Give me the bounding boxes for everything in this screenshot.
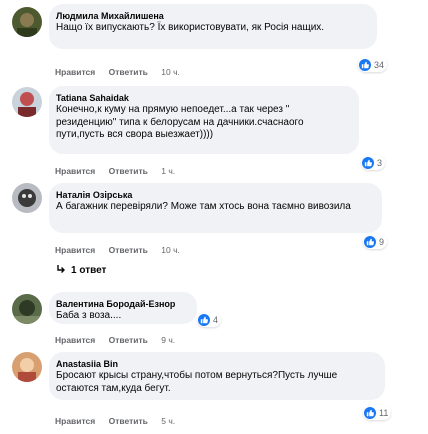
reply-link[interactable]: Ответить	[109, 245, 148, 255]
comment-bubble: Валентина Бородай-Езнор Баба з воза....	[49, 292, 197, 324]
reaction-count-value: 4	[213, 314, 219, 325]
reaction-count-value: 3	[377, 157, 383, 168]
comment-bubble: Людмила Михайлишена Нащо їх випускають? …	[49, 4, 377, 49]
comment-text: Нащо їх випускають? Їх використовувати, …	[56, 22, 325, 33]
comment-text: А багажник перевіряли? Може там хтось во…	[56, 201, 351, 212]
comment-actions: Нравится Ответить 5 ч.	[55, 416, 186, 427]
like-icon	[364, 235, 376, 248]
comment-author[interactable]: Tatiana Sahaidak	[56, 92, 349, 104]
comment-author[interactable]: Валентина Бородай-Езнор	[56, 298, 187, 310]
comment-actions: Нравится Ответить 9 ч.	[55, 335, 186, 346]
reaction-count[interactable]: 34	[358, 57, 388, 72]
reply-arrow-icon	[56, 264, 66, 277]
reaction-count-value: 34	[374, 59, 385, 70]
comment-text: Баба з воза....	[56, 310, 122, 321]
reaction-count-value: 9	[379, 236, 385, 247]
reply-link[interactable]: Ответить	[109, 67, 148, 77]
comment-text: Бросают крысы страну,чтобы потом вернуть…	[56, 370, 338, 394]
avatar[interactable]	[12, 183, 42, 213]
reaction-count[interactable]: 11	[363, 405, 392, 420]
comment-time[interactable]: 10 ч.	[161, 67, 180, 77]
like-link[interactable]: Нравится	[55, 245, 95, 255]
like-link[interactable]: Нравится	[55, 335, 95, 345]
comment-time[interactable]: 1 ч.	[161, 166, 175, 176]
like-link[interactable]: Нравится	[55, 166, 95, 176]
reply-link[interactable]: Ответить	[109, 416, 148, 426]
reply-link[interactable]: Ответить	[109, 166, 148, 176]
like-icon	[359, 58, 371, 71]
like-link[interactable]: Нравится	[55, 416, 95, 426]
avatar[interactable]	[12, 87, 42, 117]
like-link[interactable]: Нравится	[55, 67, 95, 77]
comment-bubble: Наталія Озірська А багажник перевіряли? …	[49, 183, 382, 233]
like-icon	[364, 406, 376, 419]
reaction-count-value: 11	[379, 407, 389, 418]
like-icon	[198, 313, 210, 326]
comment-bubble: Anastasiia Bin Бросают крысы страну,чтоб…	[49, 352, 385, 400]
comment-time[interactable]: 9 ч.	[161, 335, 175, 345]
comment-author[interactable]: Наталія Озірська	[56, 189, 372, 201]
reaction-count[interactable]: 9	[363, 234, 388, 249]
comment-author[interactable]: Людмила Михайлишена	[56, 10, 367, 22]
comment-actions: Нравится Ответить 10 ч.	[55, 67, 191, 78]
avatar[interactable]	[12, 352, 42, 382]
like-icon	[362, 156, 374, 169]
avatar[interactable]	[12, 294, 42, 324]
comment-bubble: Tatiana Sahaidak Конечно,к куму на пряму…	[49, 86, 359, 154]
reaction-count[interactable]: 3	[361, 155, 386, 170]
reply-link[interactable]: Ответить	[109, 335, 148, 345]
comment-time[interactable]: 10 ч.	[161, 245, 180, 255]
avatar[interactable]	[12, 7, 42, 37]
comment-actions: Нравится Ответить 1 ч.	[55, 166, 186, 177]
view-replies-link[interactable]: 1 ответ	[56, 264, 106, 277]
comment-text: Конечно,к куму на прямую непоедет...а та…	[56, 104, 304, 140]
reaction-count[interactable]: 4	[197, 312, 222, 327]
comment-time[interactable]: 5 ч.	[161, 416, 175, 426]
comment-actions: Нравится Ответить 10 ч.	[55, 245, 191, 256]
replies-count-label: 1 ответ	[71, 265, 107, 276]
comment-author[interactable]: Anastasiia Bin	[56, 358, 375, 370]
